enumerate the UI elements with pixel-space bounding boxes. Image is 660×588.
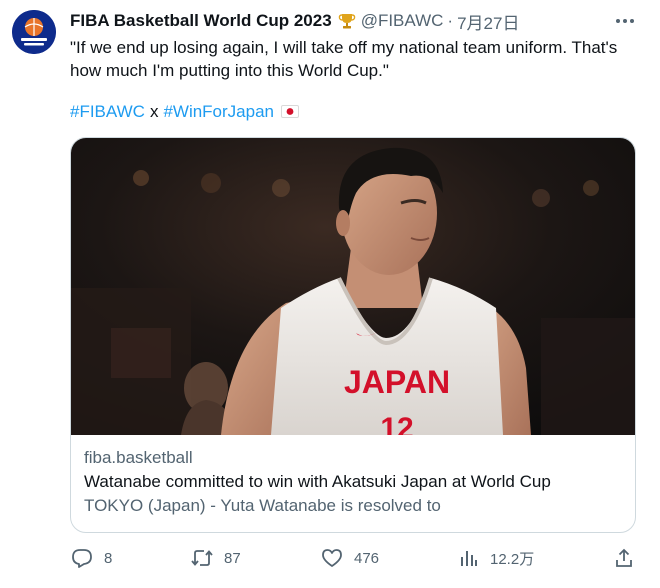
- like-button[interactable]: 476: [320, 545, 379, 571]
- hashtag-fibawc[interactable]: #FIBAWC: [70, 100, 145, 123]
- heart-icon: [320, 546, 344, 570]
- retweet-count: 87: [224, 549, 241, 567]
- jersey-number: 12: [380, 412, 413, 435]
- views-count: 12.2万: [490, 550, 535, 568]
- reply-count: 8: [104, 549, 113, 567]
- retweet-icon: [190, 546, 214, 570]
- trophy-icon: [338, 12, 356, 30]
- tweet: FIBA Basketball World Cup 2023 @FIBAWC ·…: [0, 0, 660, 588]
- fiba-world-cup-logo-icon: [12, 10, 56, 54]
- hashtag-winforjapan[interactable]: #WinForJapan: [163, 100, 274, 123]
- hashtag-joiner: x: [149, 102, 159, 121]
- reply-icon: [70, 546, 94, 570]
- like-count: 476: [354, 549, 380, 567]
- card-description: TOKYO (Japan) - Yuta Watanabe is resolve…: [84, 496, 441, 515]
- retweet-button[interactable]: 87: [190, 545, 241, 571]
- tweet-date[interactable]: 7月27日: [457, 9, 519, 34]
- reply-button[interactable]: 8: [70, 545, 112, 571]
- link-card[interactable]: JAPAN 12 fiba.basketball Watanabe commit…: [70, 137, 636, 533]
- separator-dot: ·: [447, 11, 454, 30]
- player-photo: JAPAN 12: [71, 138, 635, 435]
- views-icon: [456, 546, 480, 570]
- tweet-text: "If we end up losing again, I will take …: [70, 38, 618, 80]
- author-handle[interactable]: @FIBAWC: [361, 11, 444, 31]
- tweet-header: FIBA Basketball World Cup 2023 @FIBAWC ·…: [70, 9, 519, 34]
- views-button[interactable]: 12.2万: [456, 545, 534, 571]
- hashtag-line: #FIBAWC x #WinForJapan: [70, 100, 299, 123]
- avatar[interactable]: [12, 10, 56, 54]
- jersey-text: JAPAN: [344, 364, 450, 400]
- card-title: Watanabe committed to win with Akatsuki …: [84, 472, 551, 491]
- japan-flag-icon: [281, 105, 299, 118]
- action-bar: 8 87 476 12.2万: [70, 545, 636, 571]
- share-icon: [612, 546, 636, 570]
- more-options-icon[interactable]: [612, 10, 638, 32]
- share-button[interactable]: [612, 545, 636, 571]
- card-meta: fiba.basketball Watanabe committed to wi…: [84, 446, 624, 518]
- author-name[interactable]: FIBA Basketball World Cup 2023: [70, 11, 332, 31]
- card-image[interactable]: JAPAN 12: [71, 138, 635, 435]
- card-domain: fiba.basketball: [84, 448, 193, 467]
